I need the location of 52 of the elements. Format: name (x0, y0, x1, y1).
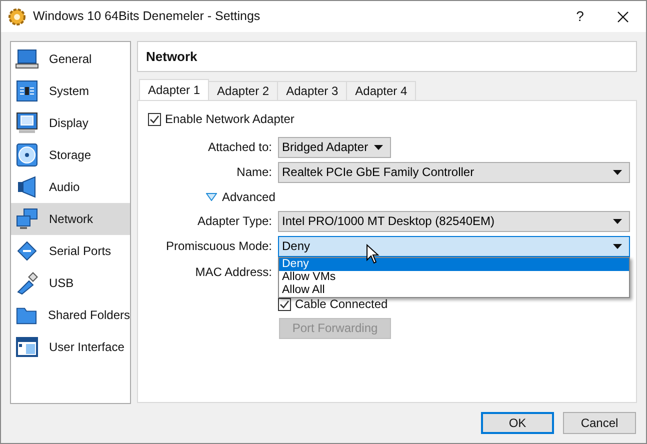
select-field[interactable]: Bridged Adapter (278, 136, 391, 158)
checkbox-label: Enable Network Adapter (165, 111, 294, 128)
sidebar-item[interactable]: System (11, 75, 130, 107)
sidebar-item[interactable]: Shared Folders (11, 299, 130, 331)
dropdown-option[interactable]: Deny (279, 258, 629, 271)
window-title: Windows 10 64Bits Denemeler - Settings (33, 8, 260, 26)
sidebar-item[interactable]: User Interface (11, 331, 130, 363)
checkbox-label: Cable Connected (295, 296, 388, 314)
dialog-button[interactable]: Cancel (563, 412, 636, 434)
sidebar-item[interactable]: General (11, 43, 130, 75)
field-label: Promiscuous Mode: (164, 238, 273, 256)
checkmark-icon (279, 298, 290, 310)
usb-icon (15, 271, 39, 295)
laptop-icon (15, 47, 39, 71)
chip-icon (15, 79, 39, 103)
close-icon (617, 10, 629, 22)
select-field[interactable]: Deny (278, 236, 630, 257)
sidebar-item[interactable]: Display (11, 107, 130, 139)
tab[interactable]: Adapter 4 (346, 80, 416, 100)
sidebar-item[interactable]: USB (11, 267, 130, 299)
tab[interactable]: Adapter 1 (139, 78, 210, 100)
sidebar-item[interactable]: Network (11, 203, 130, 235)
dropdown-option[interactable]: Allow VMs (279, 270, 629, 284)
expanded-triangle-icon[interactable] (206, 192, 217, 201)
gear-icon (8, 8, 26, 26)
tab[interactable]: Adapter 3 (277, 80, 348, 100)
sidebar-item[interactable]: Storage (11, 139, 130, 171)
caret-icon (613, 170, 622, 175)
help-button[interactable]: ? (560, 1, 600, 32)
window-icon (15, 335, 39, 359)
checkbox[interactable] (278, 298, 291, 311)
sidebar-item[interactable]: Audio (11, 171, 130, 203)
field-label: Name: (236, 164, 273, 182)
advanced-label[interactable]: Advanced (222, 188, 276, 206)
caret-icon (613, 244, 622, 249)
serial-port-icon (15, 239, 39, 263)
caret-icon (374, 144, 383, 150)
dialog-button[interactable]: OK (481, 412, 554, 434)
network-icon (15, 207, 39, 231)
field-label: Attached to: (206, 139, 273, 156)
monitor-icon (15, 111, 39, 135)
select-field[interactable]: Intel PRO/1000 MT Desktop (82540EM) (278, 210, 630, 232)
checkmark-icon (149, 114, 160, 125)
caret-icon (613, 218, 622, 224)
select-field[interactable]: Realtek PCIe GbE Family Controller (278, 162, 630, 183)
dropdown-option[interactable]: Allow All (279, 284, 629, 297)
field-label: Adapter Type: (196, 213, 273, 230)
page-header: Network (137, 41, 637, 72)
tab[interactable]: Adapter 2 (208, 80, 278, 100)
checkbox[interactable] (148, 112, 161, 126)
sidebar-item[interactable]: Serial Ports (11, 235, 130, 267)
field-label: MAC Address: (194, 264, 273, 282)
